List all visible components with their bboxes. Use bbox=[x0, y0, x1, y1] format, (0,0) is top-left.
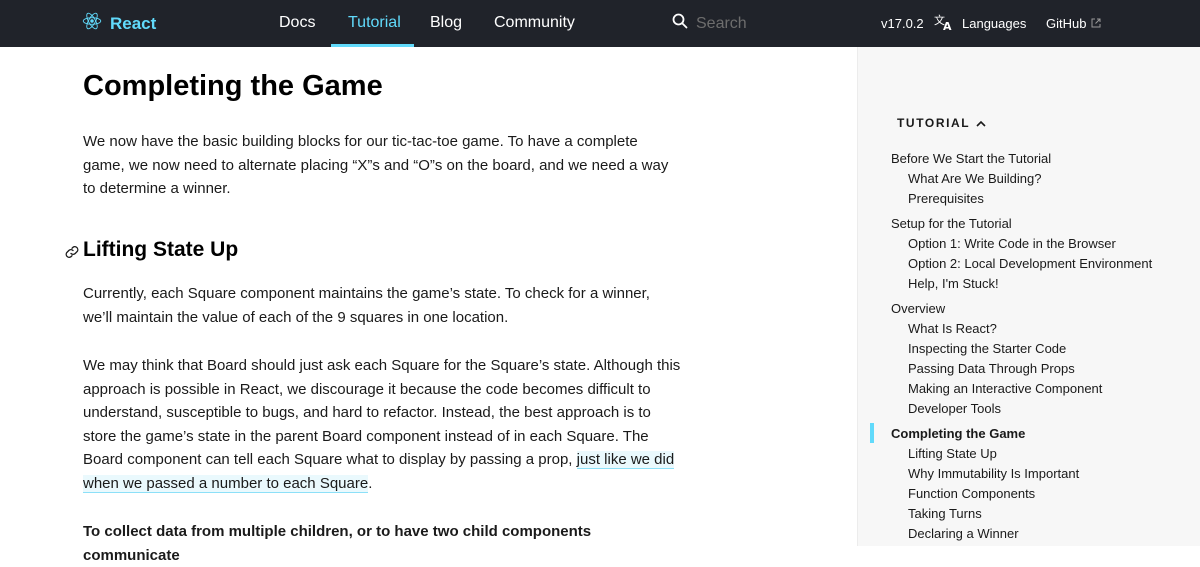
sidebar-item-prerequisites[interactable]: Prerequisites bbox=[908, 191, 984, 206]
sidebar-section-header[interactable]: TUTORIAL bbox=[897, 116, 986, 130]
react-home-link[interactable]: React bbox=[82, 0, 156, 47]
sidebar-item-what-are-we-building[interactable]: What Are We Building? bbox=[908, 171, 1041, 186]
languages-label: Languages bbox=[962, 16, 1027, 31]
translate-icon: 文 A bbox=[934, 13, 954, 34]
nav-community[interactable]: Community bbox=[494, 0, 575, 47]
sidebar-item-passing-data[interactable]: Passing Data Through Props bbox=[908, 361, 1075, 376]
external-link-icon bbox=[1091, 16, 1101, 31]
nav-tutorial[interactable]: Tutorial bbox=[348, 0, 401, 47]
svg-text:A: A bbox=[943, 20, 952, 31]
sidebar-item-developer-tools[interactable]: Developer Tools bbox=[908, 401, 1001, 416]
sidebar-item-inspecting-starter[interactable]: Inspecting the Starter Code bbox=[908, 341, 1066, 356]
sidebar-item-what-is-react[interactable]: What Is React? bbox=[908, 321, 997, 336]
sidebar-item-option-2[interactable]: Option 2: Local Development Environment bbox=[908, 256, 1152, 271]
section-heading: Lifting State Up bbox=[83, 238, 239, 261]
github-link[interactable]: GitHub bbox=[1046, 0, 1101, 47]
page-title: Completing the Game bbox=[83, 70, 383, 102]
paragraph-approach: We may think that Board should just ask … bbox=[83, 354, 683, 496]
paragraph-state: Currently, each Square component maintai… bbox=[83, 285, 650, 326]
top-navbar: React Docs Tutorial Blog Community v17.0… bbox=[0, 0, 1200, 47]
sidebar-header-label: TUTORIAL bbox=[897, 116, 971, 130]
sidebar-item-declaring-winner[interactable]: Declaring a Winner bbox=[908, 526, 1019, 541]
sidebar-item-overview[interactable]: Overview bbox=[891, 301, 945, 316]
intro-paragraph: We now have the basic building blocks fo… bbox=[83, 133, 669, 198]
sidebar-item-taking-turns[interactable]: Taking Turns bbox=[908, 506, 982, 521]
search-input[interactable] bbox=[696, 14, 846, 33]
sidebar-item-before-we-start[interactable]: Before We Start the Tutorial bbox=[891, 151, 1051, 166]
sidebar-item-interactive-component[interactable]: Making an Interactive Component bbox=[908, 381, 1102, 396]
chevron-up-icon bbox=[976, 116, 986, 130]
search-box[interactable] bbox=[672, 0, 846, 47]
sidebar-item-completing-the-game[interactable]: Completing the Game bbox=[891, 426, 1025, 441]
active-item-marker bbox=[870, 423, 874, 443]
languages-link[interactable]: 文 A Languages bbox=[934, 0, 1026, 47]
version-link[interactable]: v17.0.2 bbox=[881, 0, 924, 47]
sidebar-item-option-1[interactable]: Option 1: Write Code in the Browser bbox=[908, 236, 1116, 251]
sidebar-item-immutability[interactable]: Why Immutability Is Important bbox=[908, 466, 1079, 481]
github-label: GitHub bbox=[1046, 16, 1087, 31]
brand-name: React bbox=[110, 13, 157, 33]
paragraph-collect-data: To collect data from multiple children, … bbox=[83, 523, 592, 564]
sidebar-item-help-stuck[interactable]: Help, I'm Stuck! bbox=[908, 276, 999, 291]
nav-blog[interactable]: Blog bbox=[430, 0, 462, 47]
search-icon bbox=[672, 13, 688, 34]
anchor-link-icon[interactable] bbox=[65, 245, 79, 264]
react-logo-icon bbox=[82, 11, 102, 36]
sidebar-item-function-components[interactable]: Function Components bbox=[908, 486, 1035, 501]
paragraph-approach-end: . bbox=[368, 474, 373, 492]
active-nav-indicator bbox=[331, 44, 414, 47]
sidebar-item-lifting-state-up[interactable]: Lifting State Up bbox=[908, 446, 997, 461]
sidebar-item-setup[interactable]: Setup for the Tutorial bbox=[891, 216, 1012, 231]
nav-docs[interactable]: Docs bbox=[279, 0, 315, 47]
